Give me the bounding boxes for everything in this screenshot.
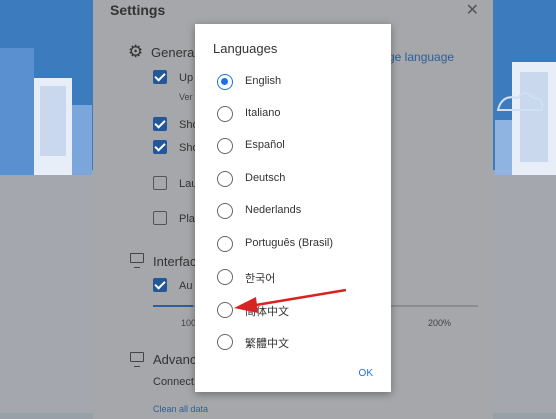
language-option-portugues[interactable]: Português (Brasil) [217,234,377,254]
option-5-label: Pla [179,213,195,225]
checkbox-option-3[interactable] [153,140,167,154]
language-option-italiano[interactable]: Italiano [217,104,377,124]
language-label: 한국어 [245,273,276,285]
gear-icon: ⚙ [128,42,144,61]
radio-button[interactable] [217,302,233,318]
checkbox-option-5[interactable] [153,211,167,225]
interface-section-label: Interfac [153,254,197,269]
radio-button[interactable] [217,138,233,154]
language-option-espanol[interactable]: Español [217,136,377,156]
dialog-title: Languages [213,41,278,56]
radio-button[interactable] [217,236,233,252]
language-option-korean[interactable]: 한국어 [217,267,377,287]
radio-button[interactable] [217,106,233,122]
zoom-min-label: 100 [181,318,197,328]
radio-button[interactable] [217,74,233,90]
zoom-max-label: 200% [428,318,452,328]
advanced-section-label: Advanc [153,352,197,367]
languages-dialog: Languages English Italiano Español Deuts… [195,24,391,392]
radio-button[interactable] [217,269,233,285]
ok-button[interactable]: OK [359,368,373,379]
checkbox-option-4[interactable] [153,176,167,190]
language-label: Nederlands [245,204,302,216]
auto-label: Au [179,280,193,292]
radio-button[interactable] [217,171,233,187]
change-language-link[interactable]: ge language [388,50,454,64]
radio-button[interactable] [217,334,233,350]
radio-button[interactable] [217,203,233,219]
language-label: Español [245,139,285,151]
language-label: Italiano [245,107,281,119]
settings-title: Settings [110,2,166,18]
language-option-nederlands[interactable]: Nederlands [217,201,377,221]
monitor-icon [130,253,144,268]
checkbox-auto[interactable] [153,278,167,292]
language-label: Deutsch [245,172,286,184]
language-option-deutsch[interactable]: Deutsch [217,169,377,189]
connect-label: Connect [153,376,194,388]
general-section-label: Genera [151,45,195,60]
checkbox-option-1[interactable] [153,70,167,84]
language-option-traditional-chinese[interactable]: 繁體中文 [217,332,377,352]
option-1-label: Up [179,72,194,84]
language-label: 简体中文 [245,306,289,318]
language-option-english[interactable]: English [217,72,377,92]
close-icon[interactable]: ✕ [466,0,479,20]
language-label: English [245,75,282,87]
monitor-icon [130,352,144,367]
checkbox-option-2[interactable] [153,117,167,131]
language-label: 繁體中文 [245,338,289,350]
version-text: Ver [179,92,193,102]
language-label: Português (Brasil) [245,237,334,249]
zoom-slider-fill [153,305,193,307]
language-option-simplified-chinese[interactable]: 简体中文 [217,300,377,320]
